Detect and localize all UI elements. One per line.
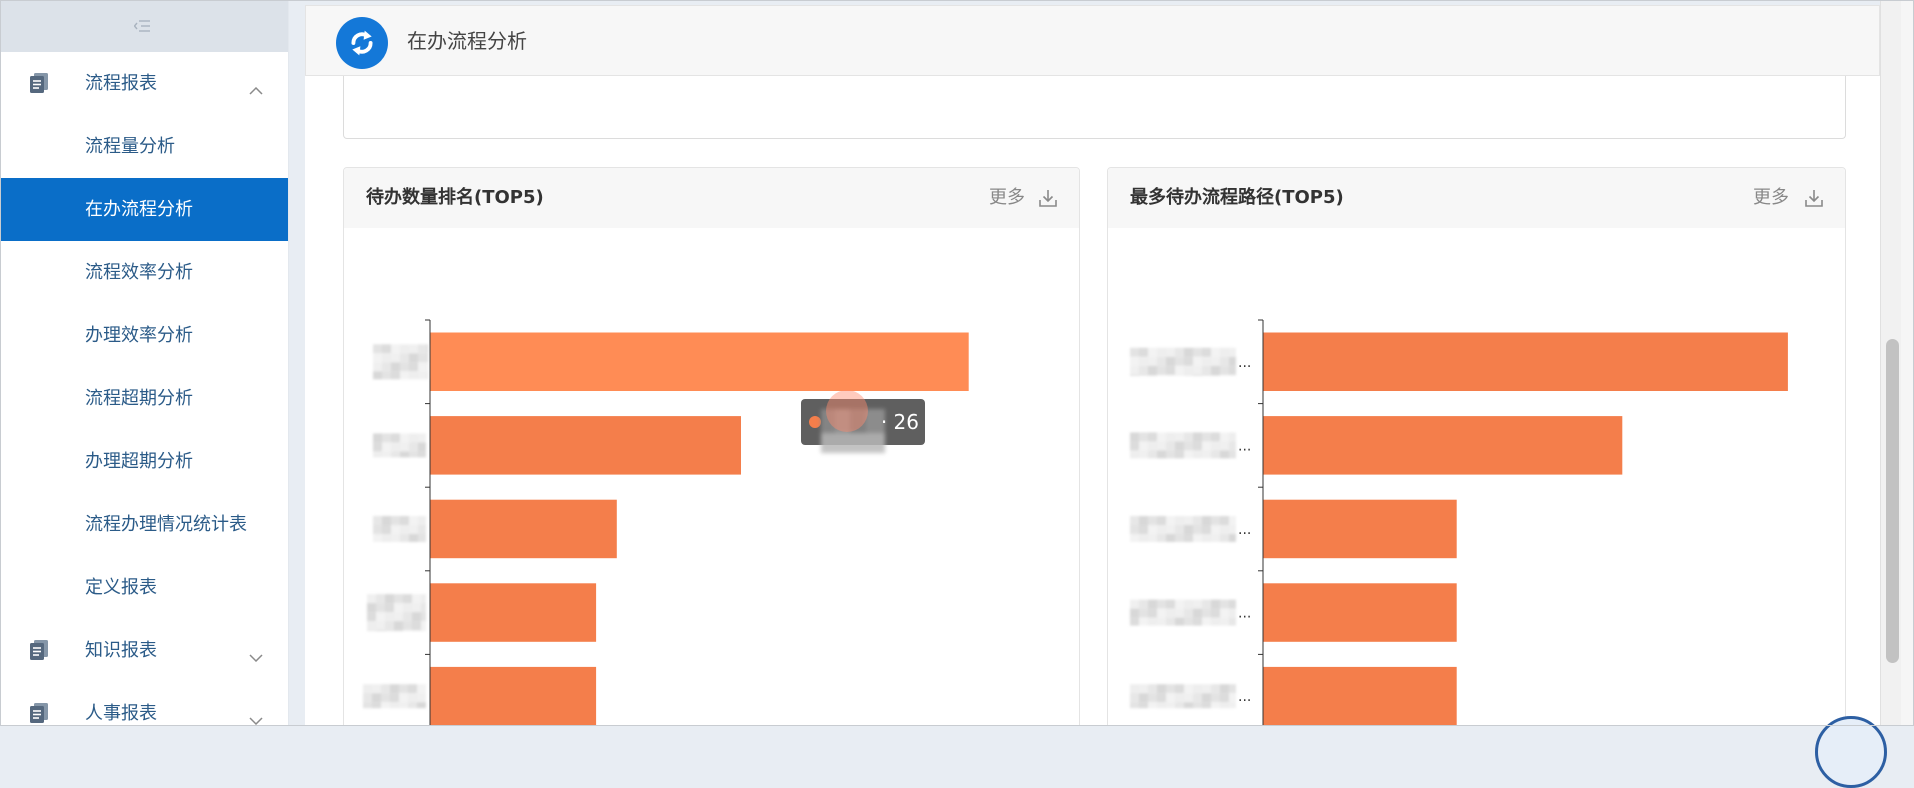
- process-sync-icon: [336, 17, 388, 69]
- category-label: ...: [1238, 689, 1251, 705]
- sidebar-item-label: 流程超期分析: [85, 388, 193, 409]
- bar[interactable]: [430, 666, 597, 726]
- sidebar-item-process-efficiency[interactable]: 流程效率分析: [0, 241, 288, 304]
- sidebar-collapse-bar: [0, 0, 288, 52]
- sidebar-item-process-overdue[interactable]: 流程超期分析: [0, 367, 288, 430]
- sidebar-item-label: 定义报表: [85, 577, 157, 598]
- menu-fold-icon[interactable]: [133, 17, 150, 32]
- redacted-label: [373, 433, 426, 458]
- redacted-label: [1130, 432, 1236, 459]
- report-document-icon: [28, 702, 50, 724]
- pending-count-chart: [363, 319, 969, 726]
- pending-count-card: 待办数量排名(TOP5) 更多 · 26: [343, 167, 1080, 726]
- redacted-label: [1130, 516, 1236, 542]
- floating-action-button[interactable]: [1815, 716, 1887, 788]
- sidebar-group-process-reports[interactable]: 流程报表: [0, 52, 288, 115]
- redacted-label: [367, 594, 426, 632]
- sidebar-item-handling-efficiency[interactable]: 办理效率分析: [0, 304, 288, 367]
- redacted-label: [1130, 684, 1236, 709]
- sidebar-item-handling-overdue[interactable]: 办理超期分析: [0, 430, 288, 493]
- tooltip-value: · 26: [880, 410, 919, 434]
- report-document-icon: [28, 72, 50, 94]
- report-document-icon: [28, 639, 50, 661]
- mouse-cursor-highlight: [826, 390, 868, 432]
- card-header: 待办数量排名(TOP5) 更多: [344, 168, 1079, 228]
- sidebar-group-knowledge-reports[interactable]: 知识报表: [0, 619, 288, 682]
- pending-path-chart: ...............: [1130, 319, 1788, 726]
- category-label: ...: [1238, 522, 1251, 538]
- redacted-label: [363, 684, 426, 709]
- redacted-label: [1130, 347, 1236, 376]
- more-link[interactable]: 更多: [1753, 168, 1789, 228]
- bar[interactable]: [430, 416, 742, 475]
- sidebar-item-process-volume[interactable]: 流程量分析: [0, 115, 288, 178]
- sidebar-item-label: 办理超期分析: [85, 451, 193, 472]
- sidebar-group-label: 知识报表: [85, 640, 157, 661]
- sidebar-item-label: 流程办理情况统计表: [85, 514, 247, 535]
- pending-path-card: 最多待办流程路径(TOP5) 更多 ...............: [1107, 167, 1846, 726]
- tooltip-series-dot: [809, 416, 821, 428]
- sidebar-item-definition-reports[interactable]: 定义报表: [0, 556, 288, 619]
- sidebar: 流程报表 流程量分析 在办流程分析 流程效率分析 办理效率分析 流程超期分析 办…: [0, 0, 289, 726]
- vertical-scrollbar[interactable]: [1880, 0, 1901, 726]
- sidebar-group-label: 人事报表: [85, 703, 157, 724]
- sidebar-item-label: 在办流程分析: [85, 199, 193, 220]
- download-icon[interactable]: [1039, 189, 1057, 207]
- sidebar-item-label: 办理效率分析: [85, 325, 193, 346]
- window-edge: [1901, 0, 1914, 726]
- category-label: ...: [1238, 355, 1251, 371]
- bar[interactable]: [1263, 332, 1788, 392]
- redacted-label: [373, 516, 426, 542]
- more-link[interactable]: 更多: [989, 168, 1025, 228]
- bar[interactable]: [430, 499, 617, 559]
- sidebar-item-label: 流程效率分析: [85, 262, 193, 283]
- card-header: 最多待办流程路径(TOP5) 更多: [1108, 168, 1845, 228]
- redacted-label: [1130, 599, 1236, 626]
- bar[interactable]: [1263, 416, 1623, 475]
- category-label: ...: [1238, 438, 1251, 454]
- summary-card: [343, 76, 1846, 139]
- page-title: 在办流程分析: [407, 29, 527, 53]
- card-title: 最多待办流程路径(TOP5): [1130, 187, 1344, 208]
- page-header: 在办流程分析: [305, 5, 1880, 76]
- redacted-label: [373, 344, 428, 380]
- scrollbar-thumb[interactable]: [1886, 339, 1899, 663]
- sidebar-group-label: 流程报表: [85, 73, 157, 94]
- chevron-down-icon: [249, 647, 263, 663]
- bar[interactable]: [430, 332, 969, 392]
- chevron-up-icon: [249, 80, 263, 95]
- chevron-down-icon: [249, 710, 263, 726]
- bar[interactable]: [1263, 499, 1457, 559]
- sidebar-item-label: 流程量分析: [85, 136, 175, 157]
- main-panel: 在办流程分析 待办数量排名(TOP5) 更多 · 26 最多待办流程路径(TOP…: [305, 5, 1880, 726]
- download-icon[interactable]: [1805, 189, 1823, 207]
- bar[interactable]: [1263, 666, 1457, 726]
- bar[interactable]: [430, 583, 597, 642]
- card-title: 待办数量排名(TOP5): [366, 187, 544, 208]
- sidebar-group-hr-reports[interactable]: 人事报表: [0, 682, 288, 726]
- category-label: ...: [1238, 606, 1251, 622]
- sidebar-item-handling-statistics[interactable]: 流程办理情况统计表: [0, 493, 288, 556]
- sidebar-item-in-progress-analysis[interactable]: 在办流程分析: [0, 178, 288, 241]
- bar[interactable]: [1263, 583, 1457, 642]
